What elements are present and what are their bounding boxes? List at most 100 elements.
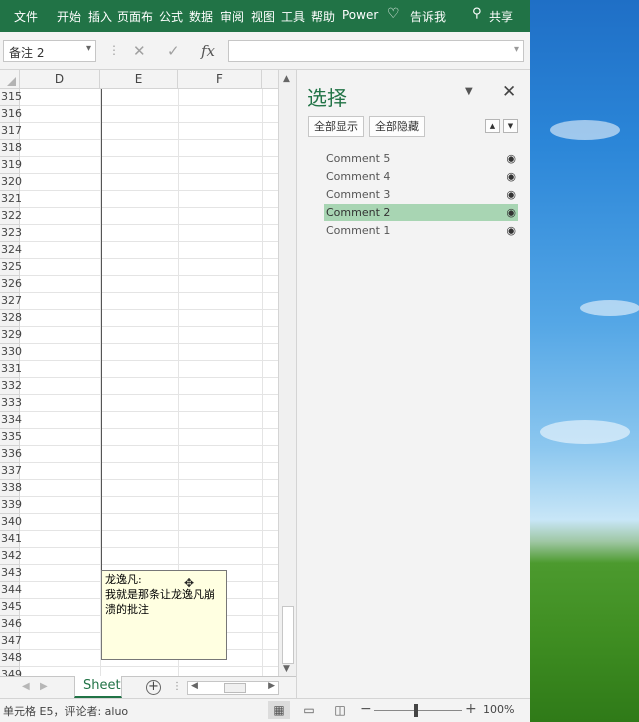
- grid-row[interactable]: 334: [0, 412, 278, 429]
- prev-sheet-icon[interactable]: ◀: [22, 681, 30, 692]
- tab-page-layout[interactable]: 页面布: [117, 8, 153, 25]
- row-header[interactable]: 336: [0, 446, 22, 463]
- close-icon[interactable]: ✕: [502, 82, 516, 102]
- row-header[interactable]: 338: [0, 480, 22, 497]
- zoom-in-icon[interactable]: +: [465, 701, 477, 717]
- scroll-down-icon[interactable]: ▼: [283, 664, 290, 674]
- row-header[interactable]: 317: [0, 123, 22, 140]
- row-header[interactable]: 344: [0, 582, 22, 599]
- tab-insert[interactable]: 插入: [88, 8, 112, 25]
- eye-icon[interactable]: ◉: [506, 204, 516, 221]
- grid-row[interactable]: 325: [0, 259, 278, 276]
- tab-view[interactable]: 视图: [251, 8, 275, 25]
- grid-row[interactable]: 328: [0, 310, 278, 327]
- grid-row[interactable]: 315: [0, 89, 278, 106]
- grid-row[interactable]: 337: [0, 463, 278, 480]
- grid-row[interactable]: 330: [0, 344, 278, 361]
- grid-row[interactable]: 323: [0, 225, 278, 242]
- grid-row[interactable]: 332: [0, 378, 278, 395]
- grid-row[interactable]: 321: [0, 191, 278, 208]
- grid-row[interactable]: 327: [0, 293, 278, 310]
- next-sheet-icon[interactable]: ▶: [40, 681, 48, 692]
- eye-icon[interactable]: ◉: [506, 168, 516, 185]
- eye-icon[interactable]: ◉: [506, 186, 516, 203]
- row-header[interactable]: 329: [0, 327, 22, 344]
- row-header[interactable]: 334: [0, 412, 22, 429]
- grid-row[interactable]: 333: [0, 395, 278, 412]
- page-break-view-icon[interactable]: ◫: [329, 701, 351, 719]
- add-sheet-icon[interactable]: +: [146, 680, 161, 695]
- grid-row[interactable]: 331: [0, 361, 278, 378]
- row-header[interactable]: 326: [0, 276, 22, 293]
- row-header[interactable]: 324: [0, 242, 22, 259]
- eye-icon[interactable]: ◉: [506, 150, 516, 167]
- tab-file[interactable]: 文件: [14, 8, 38, 25]
- row-header[interactable]: 321: [0, 191, 22, 208]
- select-all-corner[interactable]: [0, 70, 20, 89]
- grid-row[interactable]: 320: [0, 174, 278, 191]
- row-header[interactable]: 328: [0, 310, 22, 327]
- row-header[interactable]: 316: [0, 106, 22, 123]
- row-header[interactable]: 340: [0, 514, 22, 531]
- row-header[interactable]: 318: [0, 140, 22, 157]
- pane-item-comment-5[interactable]: Comment 5 ◉: [324, 150, 518, 167]
- pane-item-comment-1[interactable]: Comment 1 ◉: [324, 222, 518, 239]
- row-header[interactable]: 345: [0, 599, 22, 616]
- chevron-down-icon[interactable]: ▾: [514, 44, 519, 55]
- grid-row[interactable]: 317: [0, 123, 278, 140]
- chevron-down-icon[interactable]: ▾: [86, 43, 91, 54]
- grid-row[interactable]: 324: [0, 242, 278, 259]
- row-header[interactable]: 331: [0, 361, 22, 378]
- row-header[interactable]: 322: [0, 208, 22, 225]
- row-header[interactable]: 339: [0, 497, 22, 514]
- pane-item-comment-4[interactable]: Comment 4 ◉: [324, 168, 518, 185]
- column-header-f[interactable]: F: [178, 70, 262, 89]
- grid-row[interactable]: 322: [0, 208, 278, 225]
- hide-all-button[interactable]: 全部隐藏: [369, 116, 425, 137]
- grid-row[interactable]: 342: [0, 548, 278, 565]
- column-header-e[interactable]: E: [100, 70, 178, 89]
- grid-row[interactable]: 326: [0, 276, 278, 293]
- insert-function-icon[interactable]: fx: [201, 42, 215, 60]
- name-box[interactable]: 备注 2 ▾: [3, 40, 96, 62]
- row-header[interactable]: 327: [0, 293, 22, 310]
- vertical-scrollbar[interactable]: ▲ ▼: [278, 70, 296, 676]
- grid-row[interactable]: 318: [0, 140, 278, 157]
- row-header[interactable]: 349: [0, 667, 22, 676]
- tab-power[interactable]: Power: [342, 8, 378, 22]
- formula-input[interactable]: ▾: [228, 40, 524, 62]
- row-header[interactable]: 347: [0, 633, 22, 650]
- zoom-slider-thumb[interactable]: [414, 704, 418, 717]
- row-header[interactable]: 342: [0, 548, 22, 565]
- tab-review[interactable]: 审阅: [220, 8, 244, 25]
- grid-row[interactable]: 335: [0, 429, 278, 446]
- enter-icon[interactable]: ✓: [167, 42, 180, 60]
- comment-box[interactable]: 龙逸凡: 我就是那条让龙逸凡崩 溃的批注: [101, 570, 227, 660]
- grid-row[interactable]: 316: [0, 106, 278, 123]
- tab-formulas[interactable]: 公式: [159, 8, 183, 25]
- row-header[interactable]: 319: [0, 157, 22, 174]
- row-header[interactable]: 337: [0, 463, 22, 480]
- tab-data[interactable]: 数据: [189, 8, 213, 25]
- share-button[interactable]: 共享: [489, 8, 513, 25]
- grid-row[interactable]: 329: [0, 327, 278, 344]
- scroll-thumb[interactable]: [282, 606, 294, 664]
- pane-item-comment-2[interactable]: Comment 2 ◉: [324, 204, 518, 221]
- row-header[interactable]: 346: [0, 616, 22, 633]
- grid-row[interactable]: 336: [0, 446, 278, 463]
- page-layout-view-icon[interactable]: ▭: [298, 701, 320, 719]
- row-header[interactable]: 325: [0, 259, 22, 276]
- grid-row[interactable]: 349: [0, 667, 278, 676]
- move-down-icon[interactable]: ▼: [503, 119, 518, 133]
- row-header[interactable]: 341: [0, 531, 22, 548]
- row-header[interactable]: 320: [0, 174, 22, 191]
- horizontal-scrollbar[interactable]: ◀ ▶: [187, 681, 279, 695]
- tell-me-label[interactable]: 告诉我: [410, 8, 446, 25]
- show-all-button[interactable]: 全部显示: [308, 116, 364, 137]
- move-up-icon[interactable]: ▲: [485, 119, 500, 133]
- grid-row[interactable]: 319: [0, 157, 278, 174]
- grid-row[interactable]: 340: [0, 514, 278, 531]
- row-header[interactable]: 323: [0, 225, 22, 242]
- tab-tools[interactable]: 工具: [281, 8, 305, 25]
- grid-row[interactable]: 338: [0, 480, 278, 497]
